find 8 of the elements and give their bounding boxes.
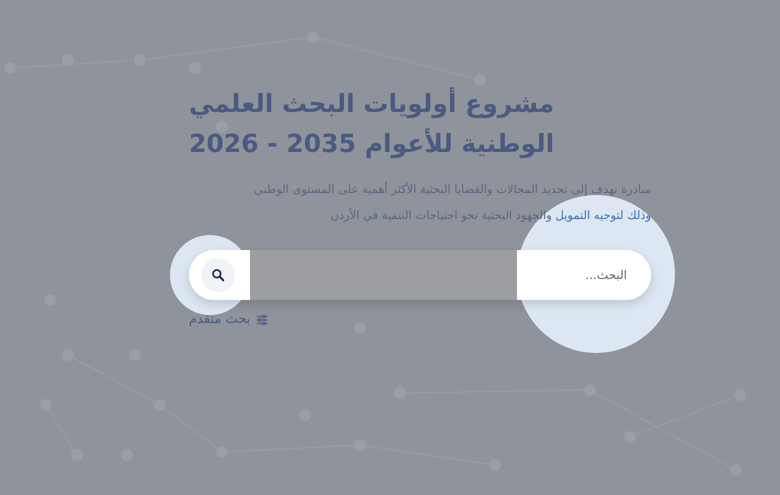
page-title: الوطنية للأعوام 2035 - 2026 xyxy=(189,127,554,160)
search-field[interactable]: البحث... xyxy=(515,267,629,283)
search-button[interactable] xyxy=(201,258,235,292)
advanced-search-link[interactable]: بحث متقدم xyxy=(189,312,270,327)
page-title: مشروع أولويات البحث العلمي xyxy=(189,86,554,120)
sliders-icon xyxy=(255,312,270,326)
search-icon xyxy=(211,268,225,282)
funding-link[interactable]: وذلك لتوجيه التمويل xyxy=(555,208,651,222)
